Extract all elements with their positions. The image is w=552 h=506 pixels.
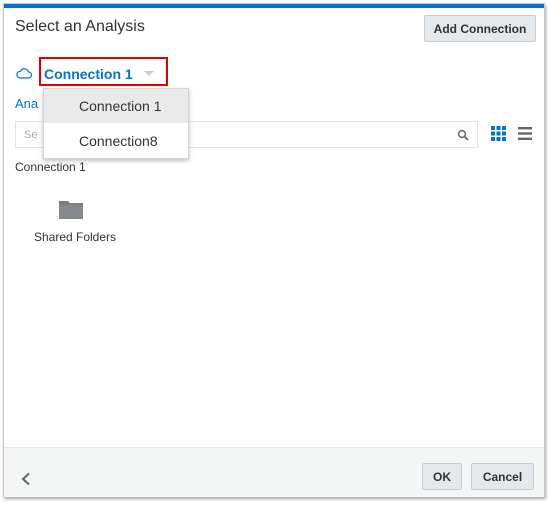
cloud-icon — [16, 68, 32, 79]
dialog-title: Select an Analysis — [15, 18, 145, 35]
ok-button[interactable]: OK — [422, 463, 462, 490]
dropdown-option-label: Connection 1 — [79, 98, 162, 114]
grid-view-icon[interactable] — [491, 126, 506, 141]
dropdown-option-connection8[interactable]: Connection8 — [44, 124, 188, 158]
connection-dropdown-menu: Connection 1 Connection8 — [43, 88, 189, 159]
connection-selector[interactable]: Connection 1 — [39, 57, 168, 86]
folder-label: Shared Folders — [33, 230, 117, 244]
list-item-shared-folders[interactable]: Shared Folders — [29, 197, 121, 249]
dropdown-option-connection-1[interactable]: Connection 1 — [44, 89, 188, 123]
dropdown-option-label: Connection8 — [79, 133, 158, 149]
add-connection-button[interactable]: Add Connection — [424, 15, 536, 42]
connection-selector-label: Connection 1 — [44, 66, 133, 82]
list-view-icon[interactable] — [518, 127, 532, 140]
connection-section-label: Connection 1 — [15, 160, 86, 174]
chevron-left-icon[interactable] — [20, 472, 32, 486]
cancel-button[interactable]: Cancel — [471, 463, 534, 490]
chevron-down-icon[interactable] — [144, 71, 154, 76]
search-icon[interactable] — [457, 129, 469, 141]
folder-icon — [59, 201, 83, 219]
dialog-accent-bar — [4, 4, 544, 8]
analyses-link[interactable]: Ana — [15, 96, 43, 111]
dialog-footer: OK Cancel — [4, 447, 544, 497]
select-analysis-dialog: Select an Analysis Add Connection Connec… — [3, 3, 545, 497]
